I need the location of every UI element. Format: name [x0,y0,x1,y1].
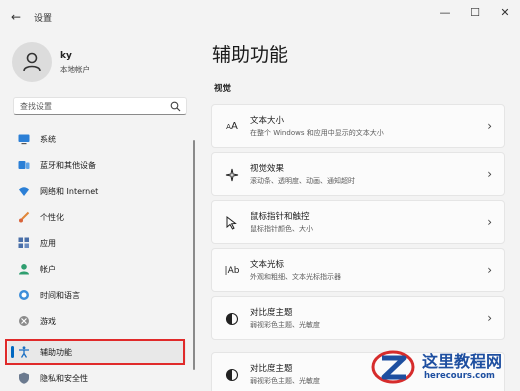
sidebar-item-apps[interactable]: 应用 [8,230,186,256]
brush-icon [19,211,30,223]
avatar [12,42,52,82]
chevron-right-icon: › [487,167,492,181]
user-profile[interactable]: ky 本地帐户 [12,42,192,82]
sidebar-item-label: 游戏 [40,317,56,326]
sidebar-item-label: 蓝牙和其他设备 [40,161,96,170]
sidebar-item-label: 帐户 [40,265,56,274]
minimize-button[interactable]: — [434,5,456,21]
text-size-icon: AA [226,121,238,132]
globe-clock-icon [19,290,29,300]
mouse-pointer-card[interactable]: 鼠标指针和触控 鼠标指针颜色、大小 › [211,200,505,244]
search-input[interactable] [20,100,165,113]
contrast-themes-card[interactable]: 对比度主题 弱视彩色主题、光敏度 › [211,296,505,340]
back-arrow-icon[interactable]: ← [8,9,24,25]
sidebar-item-system[interactable]: 系统 [8,126,186,152]
text-cursor-card[interactable]: |Ab 文本光标 外观和粗细、文本光标指示器 › [211,248,505,292]
card-title: 鼠标指针和触控 [250,212,310,222]
sparkle-icon [225,168,239,182]
sidebar-item-label: 网络和 Internet [40,187,99,196]
chevron-right-icon: › [487,263,492,277]
sidebar-item-bluetooth[interactable]: 蓝牙和其他设备 [8,152,186,178]
chevron-right-icon: › [487,311,492,325]
card-title: 文本光标 [250,260,285,270]
user-name: ky [60,51,72,61]
bluetooth-icon [18,161,30,169]
card-title: 文本大小 [250,116,285,126]
sidebar-item-personalization[interactable]: 个性化 [8,204,186,230]
sidebar-item-accounts[interactable]: 帐户 [8,256,186,282]
card-subtitle: 在整个 Windows 和应用中显示的文本大小 [250,129,384,137]
card-subtitle: 鼠标指针颜色、大小 [250,225,313,233]
card-subtitle: 外观和粗细、文本光标指示器 [250,273,341,281]
sidebar-scrollbar[interactable] [193,140,195,370]
text-cursor-icon: |Ab [224,266,240,276]
search-box[interactable] [13,97,187,115]
section-title: 视觉 [214,84,232,94]
visual-effects-card[interactable]: 视觉效果 滚动条、透明度、动画、通知超时 › [211,152,505,196]
card-subtitle: 滚动条、透明度、动画、通知超时 [250,177,355,185]
sidebar-item-privacy[interactable]: 隐私和安全性 [8,365,186,391]
sidebar-item-label: 隐私和安全性 [40,374,88,383]
highlight-box [5,339,185,365]
watermark: 这里教程网 herecours.com [368,344,518,390]
card-subtitle: 弱视彩色主题、光敏度 [250,377,320,385]
title-bar: ← 设置 — ☐ ✕ [0,0,520,32]
sidebar-item-label: 系统 [40,135,56,144]
card-title: 对比度主题 [250,308,293,318]
card-title: 视觉效果 [250,164,285,174]
shield-icon [19,372,29,384]
watermark-logo [371,350,415,384]
card-title: 对比度主题 [250,364,293,374]
card-subtitle: 弱视彩色主题、光敏度 [250,321,320,329]
close-button[interactable]: ✕ [494,5,516,21]
chevron-right-icon: › [487,119,492,133]
mouse-pointer-icon [226,215,237,230]
sidebar-item-gaming[interactable]: 游戏 [8,308,186,334]
text-size-card[interactable]: AA 文本大小 在整个 Windows 和应用中显示的文本大小 › [211,104,505,148]
sidebar-item-label: 时间和语言 [40,291,80,300]
watermark-url: herecours.com [424,371,495,381]
account-icon [19,264,29,275]
maximize-button[interactable]: ☐ [464,5,486,21]
page-title: 辅助功能 [212,44,289,66]
sidebar-item-label: 个性化 [40,213,64,222]
wifi-icon [19,187,29,196]
app-title: 设置 [34,14,53,24]
xbox-icon [19,316,29,326]
contrast-icon [225,312,239,326]
person-icon [23,52,41,72]
account-type: 本地帐户 [60,65,90,74]
contrast-icon [225,368,239,382]
apps-icon [18,237,29,248]
system-icon [18,134,30,145]
watermark-title: 这里教程网 [422,352,503,371]
sidebar-item-label: 应用 [40,239,56,248]
search-icon[interactable] [170,101,181,112]
chevron-right-icon: › [487,215,492,229]
sidebar-item-time-language[interactable]: 时间和语言 [8,282,186,308]
sidebar-item-network[interactable]: 网络和 Internet [8,178,186,204]
